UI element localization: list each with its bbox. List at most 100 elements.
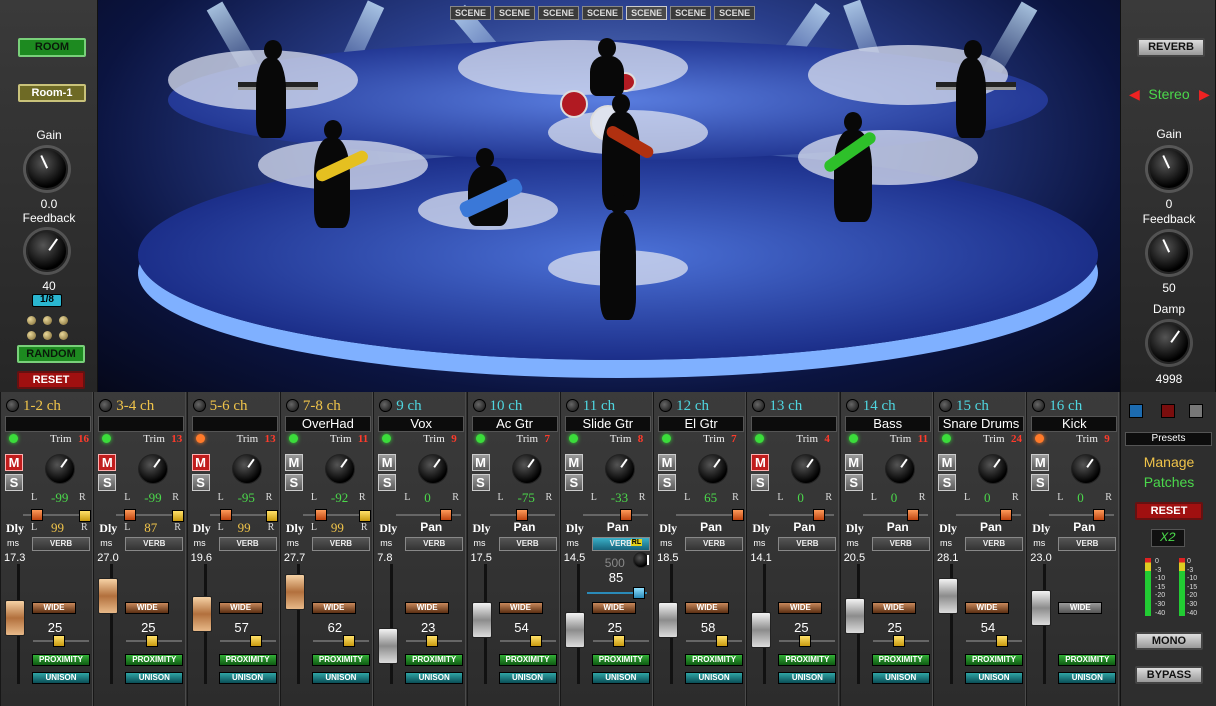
proximity-button[interactable]: PROXIMITY	[218, 654, 277, 666]
channel-name-field[interactable]: Ac Gtr	[471, 416, 558, 432]
trim-knob[interactable]	[45, 454, 75, 484]
solo-button[interactable]: S	[1031, 474, 1050, 491]
verb-button[interactable]: VERB	[498, 537, 557, 551]
reverb-button[interactable]: REVERB	[1137, 38, 1205, 57]
wide-button[interactable]: WIDE	[871, 602, 916, 614]
channel-select-led[interactable]	[1032, 399, 1046, 412]
random-button[interactable]: RANDOM	[17, 345, 85, 363]
trim-knob[interactable]	[138, 454, 169, 484]
verb-button[interactable]: VERB	[778, 537, 837, 551]
proximity-button[interactable]: PROXIMITY	[498, 654, 557, 666]
verb-button[interactable]: VERB	[405, 537, 464, 551]
volume-fader[interactable]	[191, 596, 212, 632]
dly-slider-thumb[interactable]	[265, 510, 278, 522]
trim-knob[interactable]	[884, 454, 915, 484]
channel-name-field[interactable]	[5, 416, 91, 432]
next-arrow-icon[interactable]: ▶	[1199, 86, 1210, 103]
verb-button[interactable]: VERB	[1058, 537, 1117, 551]
wide-button[interactable]: WIDE	[498, 602, 543, 614]
trim-knob[interactable]	[1071, 454, 1102, 484]
performer-drummer[interactable]	[598, 38, 616, 58]
solo-button[interactable]: S	[98, 474, 117, 491]
volume-fader[interactable]	[564, 612, 585, 648]
wide-slider[interactable]	[779, 635, 836, 647]
wide-button[interactable]: WIDE	[32, 602, 76, 614]
wide-slider-thumb[interactable]	[249, 635, 262, 647]
scene-button[interactable]: SCENE	[670, 6, 712, 20]
wide-button[interactable]: WIDE	[778, 602, 823, 614]
channel-select-led[interactable]	[939, 399, 952, 412]
verb-button[interactable]: VERB	[311, 537, 370, 551]
wide-slider-thumb[interactable]	[146, 635, 159, 647]
dly-slider-thumb[interactable]	[358, 510, 371, 522]
room-button[interactable]: ROOM	[18, 38, 86, 57]
channel-select-led[interactable]	[192, 399, 206, 412]
wide-slider[interactable]	[592, 635, 649, 647]
proximity-button[interactable]: PROXIMITY	[871, 654, 930, 666]
proximity-button[interactable]: PROXIMITY	[965, 654, 1023, 666]
volume-fader[interactable]	[471, 602, 492, 638]
patches-link[interactable]: Patches	[1121, 474, 1216, 490]
channel-name-field[interactable]: El Gtr	[658, 416, 745, 432]
channel-select-led[interactable]	[565, 399, 579, 412]
bypass-button[interactable]: BYPASS	[1135, 666, 1203, 684]
unison-button[interactable]: UNISON	[685, 672, 744, 684]
mute-button[interactable]: M	[844, 454, 863, 471]
wide-slider-thumb[interactable]	[426, 635, 439, 647]
solo-button[interactable]: S	[938, 474, 956, 491]
wide-slider[interactable]	[312, 635, 369, 647]
trim-knob[interactable]	[231, 454, 262, 484]
solo-button[interactable]: S	[284, 474, 303, 491]
reverb-gain-knob[interactable]	[1148, 148, 1190, 190]
wide-slider[interactable]	[126, 635, 183, 647]
verb-button[interactable]: VERB	[125, 537, 184, 551]
trim-knob[interactable]	[604, 454, 635, 484]
unison-button[interactable]: UNISON	[591, 672, 650, 684]
mute-button[interactable]: M	[98, 454, 117, 471]
lr-slider[interactable]	[769, 509, 835, 521]
volume-fader[interactable]	[844, 598, 865, 634]
wide-slider-thumb[interactable]	[53, 635, 65, 647]
lr-slider-thumb[interactable]	[732, 509, 745, 521]
performer-acoustic[interactable]	[476, 148, 494, 168]
solo-button[interactable]: S	[751, 474, 770, 491]
channel-name-field[interactable]: OverHad	[284, 416, 371, 432]
verb-amount-thumb[interactable]	[632, 587, 645, 599]
volume-fader[interactable]	[5, 600, 25, 636]
wide-slider-thumb[interactable]	[612, 635, 625, 647]
preset-dot[interactable]	[59, 316, 68, 325]
wide-slider-thumb[interactable]	[892, 635, 905, 647]
proximity-button[interactable]: PROXIMITY	[125, 654, 184, 666]
channel-name-field[interactable]	[98, 416, 185, 432]
unison-button[interactable]: UNISON	[32, 672, 90, 684]
mute-button[interactable]: M	[378, 454, 397, 471]
channel-select-led[interactable]	[845, 399, 859, 412]
volume-fader[interactable]	[98, 578, 119, 614]
lr-slider-thumb[interactable]	[124, 509, 137, 521]
scene-button-active[interactable]: SCENE	[626, 6, 668, 20]
wide-slider[interactable]	[872, 635, 929, 647]
trim-knob[interactable]	[978, 454, 1008, 484]
wide-slider[interactable]	[219, 635, 276, 647]
wide-slider[interactable]	[406, 635, 463, 647]
wide-slider-thumb[interactable]	[529, 635, 542, 647]
lr-slider-thumb[interactable]	[219, 509, 232, 521]
mute-button[interactable]: M	[751, 454, 770, 471]
mute-button[interactable]: M	[5, 454, 23, 471]
mono-button[interactable]: MONO	[1135, 632, 1203, 650]
damp-knob[interactable]	[1148, 322, 1190, 364]
proximity-button[interactable]: PROXIMITY	[778, 654, 837, 666]
channel-name-field[interactable]: Slide Gtr	[564, 416, 651, 432]
performer-vocal[interactable]	[610, 194, 628, 214]
channel-select-led[interactable]	[752, 399, 766, 412]
channel-name-field[interactable]: Snare Drums	[938, 416, 1024, 432]
mute-button[interactable]: M	[1031, 454, 1050, 471]
volume-fader[interactable]	[1031, 590, 1052, 626]
solo-button[interactable]: S	[191, 474, 210, 491]
wide-slider-thumb[interactable]	[799, 635, 812, 647]
proximity-button[interactable]: PROXIMITY	[1058, 654, 1117, 666]
master-reset-button[interactable]: RESET	[1135, 502, 1203, 520]
volume-fader[interactable]	[378, 628, 399, 664]
lr-slider[interactable]	[956, 509, 1021, 521]
channel-name-field[interactable]: Bass	[844, 416, 931, 432]
